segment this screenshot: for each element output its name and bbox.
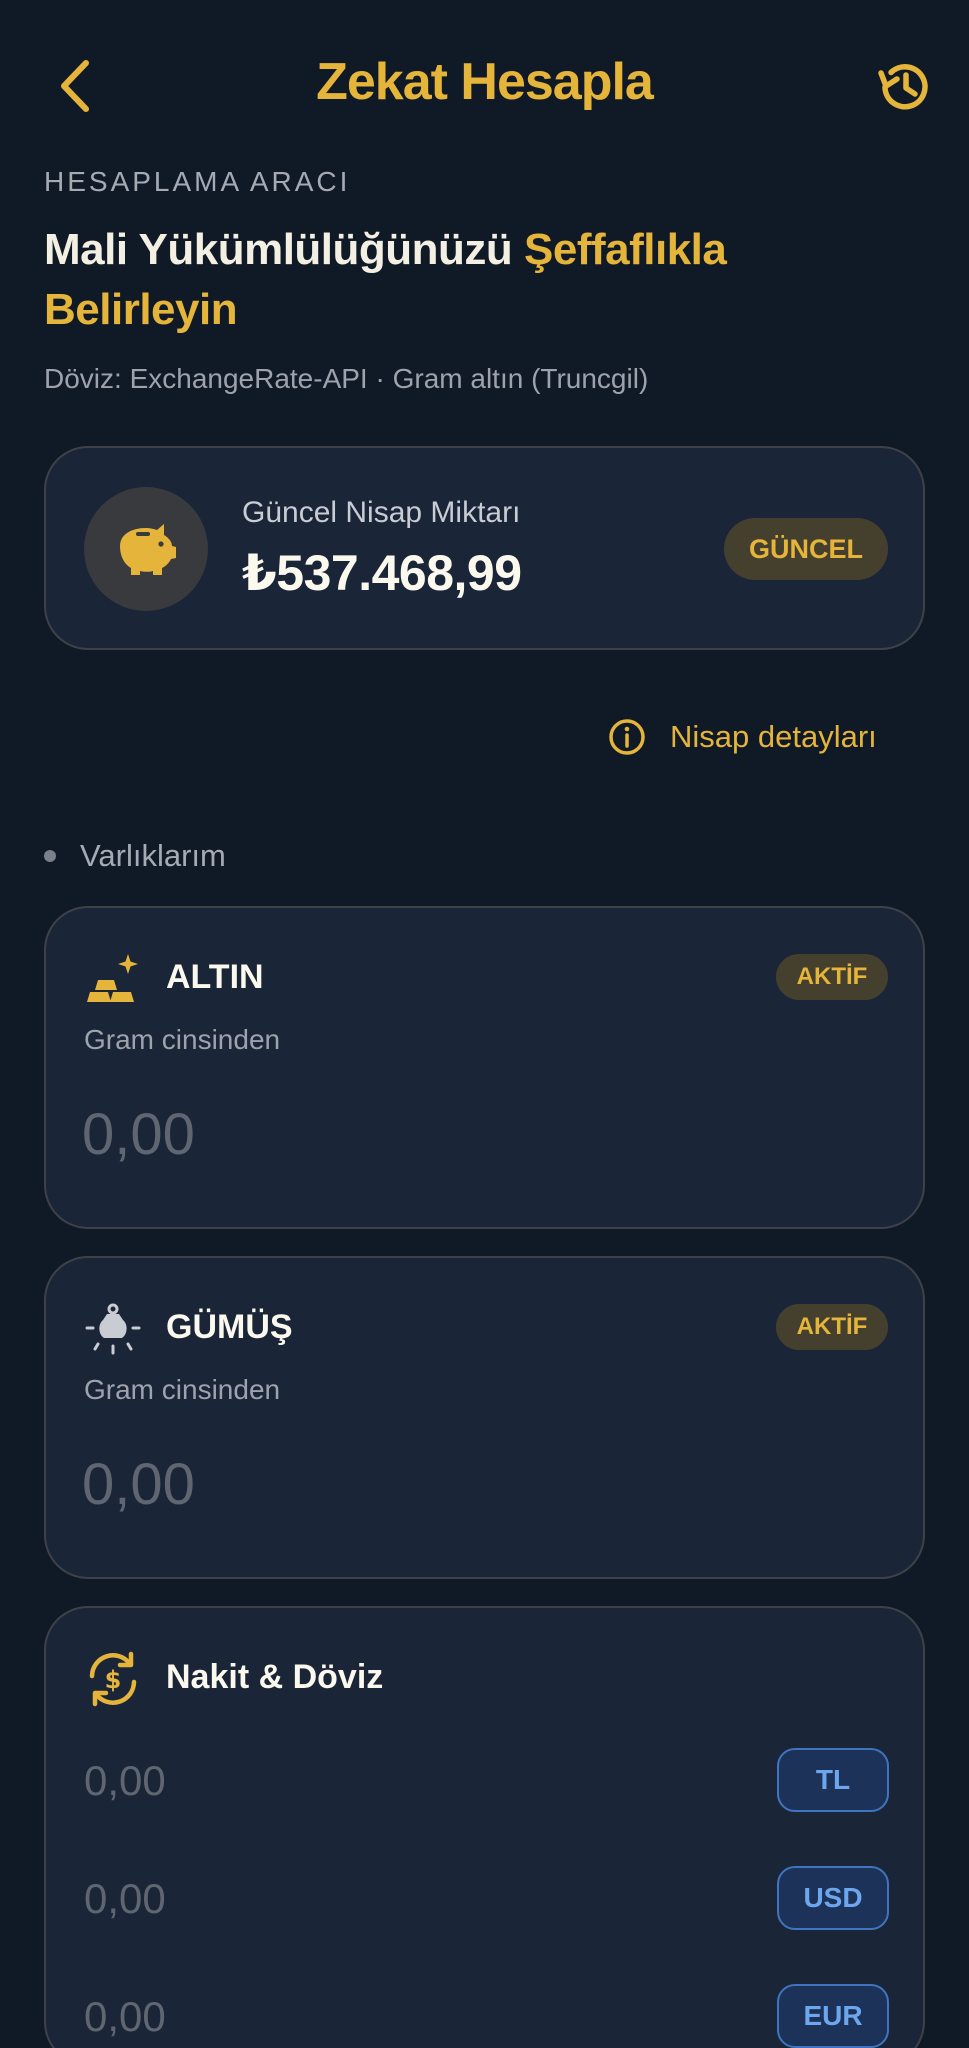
silver-amount-input[interactable]: [82, 1444, 862, 1524]
assets-section-label: Varlıklarım: [80, 838, 226, 873]
piggy-avatar: [84, 487, 208, 611]
silver-title: GÜMÜŞ: [166, 1308, 293, 1346]
piggy-bank-icon: [120, 524, 176, 575]
data-source-note: Döviz: ExchangeRate-API · Gram altın (Tr…: [44, 363, 649, 394]
gold-status-badge: AKTİF: [776, 954, 888, 1000]
info-icon: [609, 719, 645, 755]
cash-title: Nakit & Döviz: [166, 1658, 384, 1696]
headline: Mali Yükümlülüğünüzü Şeffaflıkla Belirle…: [44, 220, 924, 340]
gold-title: ALTIN: [166, 958, 264, 996]
section-eyebrow: HESAPLAMA ARACI: [44, 166, 351, 197]
gold-bars-icon: [84, 950, 142, 1008]
currency-exchange-icon: $: [84, 1650, 142, 1708]
nisap-card: Güncel Nisap Miktarı ₺537.468,99 GÜNCEL: [44, 446, 925, 650]
gold-amount-input[interactable]: [82, 1094, 862, 1174]
history-icon: [878, 64, 928, 110]
currency-selector-usd[interactable]: USD: [777, 1866, 889, 1930]
currency-selector-tl[interactable]: TL: [777, 1748, 889, 1812]
nisap-value: ₺537.468,99: [242, 545, 522, 601]
bullet-dot: [44, 850, 56, 862]
nisap-details-link[interactable]: Nisap detayları: [608, 712, 877, 762]
silver-weight-icon: [84, 1300, 142, 1358]
currency-row-eur: EUR: [84, 1984, 889, 2048]
app-header: Zekat Hesapla: [0, 0, 969, 175]
headline-white: Mali Yükümlülüğünüzü: [44, 225, 525, 274]
nisap-label: Güncel Nisap Miktarı: [242, 496, 521, 529]
currency-selector-eur[interactable]: EUR: [777, 1984, 889, 2048]
gold-unit-label: Gram cinsinden: [84, 1024, 281, 1055]
currency-row-usd: USD: [84, 1866, 889, 1932]
currency-row-tl: TL: [84, 1748, 889, 1814]
page-title: Zekat Hesapla: [316, 53, 654, 111]
current-status-badge: GÜNCEL: [724, 518, 888, 580]
history-button[interactable]: [870, 52, 940, 122]
assets-section-header: Varlıklarım: [44, 838, 226, 874]
usd-amount-input[interactable]: [84, 1866, 644, 1932]
tl-amount-input[interactable]: [84, 1748, 644, 1814]
silver-unit-label: Gram cinsinden: [84, 1374, 281, 1405]
eur-amount-input[interactable]: [84, 1984, 644, 2048]
gold-asset-card: ALTIN AKTİF Gram cinsinden: [44, 906, 925, 1229]
silver-status-badge: AKTİF: [776, 1304, 888, 1350]
cash-currency-card: $ Nakit & Döviz TL USD EUR: [44, 1606, 925, 2048]
nisap-details-label: Nisap detayları: [670, 719, 877, 754]
svg-text:$: $: [105, 1666, 122, 1694]
silver-asset-card: GÜMÜŞ AKTİF Gram cinsinden: [44, 1256, 925, 1579]
